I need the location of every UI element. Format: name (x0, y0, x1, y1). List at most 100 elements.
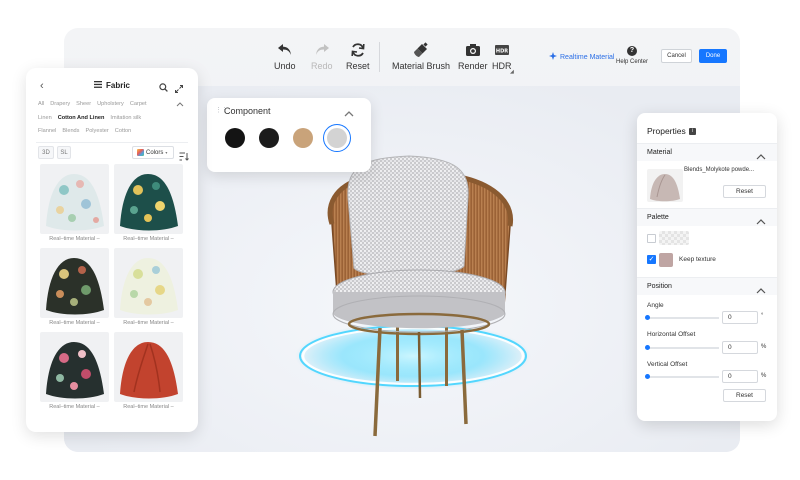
reset-label: Reset (346, 61, 370, 71)
position-section-header[interactable]: Position (637, 277, 777, 295)
categories-collapse-icon[interactable] (176, 101, 184, 109)
component-swatch-2[interactable] (259, 128, 279, 148)
colors-filter-button[interactable]: Colors ▾ (132, 146, 174, 159)
category-row-1: All Drapery Sheer Upholstery Carpet (38, 101, 147, 107)
chevron-up-icon[interactable] (756, 282, 766, 300)
view-sl-toggle[interactable]: SL (57, 146, 71, 159)
list-icon (94, 81, 102, 90)
undo-label: Undo (274, 61, 296, 71)
undo-icon (276, 42, 294, 58)
sparkle-icon (549, 52, 557, 62)
fabric-title: Fabric (106, 81, 131, 90)
help-center-label: Help Center (616, 59, 649, 65)
category-linen[interactable]: Linen (38, 115, 52, 121)
vertical-offset-unit: % (761, 373, 767, 379)
material-thumbnail[interactable] (647, 169, 683, 202)
expand-icon[interactable] (175, 80, 183, 98)
horizontal-offset-slider-handle[interactable] (645, 345, 650, 350)
angle-slider[interactable] (647, 317, 719, 319)
search-icon[interactable] (159, 79, 168, 97)
toolbar-divider (379, 42, 380, 72)
fabric-library-panel: ‹ Fabric All Drapery Sheer Upholstery Ca… (26, 68, 198, 432)
material-swatch-2[interactable] (114, 164, 183, 234)
hdr-dropdown-icon[interactable]: ◢ (510, 69, 514, 75)
done-button[interactable]: Done (699, 49, 727, 63)
horizontal-offset-slider[interactable] (647, 347, 719, 349)
palette-section-label: Palette (647, 214, 669, 221)
info-icon[interactable]: i (688, 127, 696, 135)
angle-slider-handle[interactable] (645, 315, 650, 320)
chevron-up-icon[interactable] (756, 148, 766, 166)
material-swatch-label: Real–time Material – (123, 404, 174, 410)
category-cotton-and-linen[interactable]: Cotton And Linen (58, 115, 105, 121)
category-sheer[interactable]: Sheer (76, 101, 91, 107)
view-3d-toggle[interactable]: 3D (38, 146, 54, 159)
cancel-button[interactable]: Cancel (661, 49, 692, 63)
keep-texture-checkbox[interactable]: ✓ (647, 255, 656, 264)
category-row-3: Flannel Blends Polyester Cotton (38, 128, 131, 134)
horizontal-offset-input[interactable]: 0 (722, 341, 758, 354)
angle-unit: ° (761, 313, 764, 319)
brush-icon (412, 42, 430, 58)
material-swatch-label: Real–time Material – (49, 236, 100, 242)
vertical-offset-slider[interactable] (647, 376, 719, 378)
vertical-offset-input[interactable]: 0 (722, 370, 758, 383)
material-swatch-4[interactable] (114, 248, 183, 318)
horizontal-offset-label: Horizontal Offset (647, 331, 696, 338)
material-swatch-6[interactable] (114, 332, 183, 402)
dropdown-caret-icon: ▾ (165, 150, 168, 155)
angle-label: Angle (647, 302, 664, 309)
back-arrow-icon[interactable]: ‹ (40, 80, 44, 92)
category-flannel[interactable]: Flannel (38, 128, 56, 134)
category-polyester[interactable]: Polyester (85, 128, 108, 134)
properties-header: Properties i (647, 126, 696, 136)
material-name: Blends_Molykote powde... (684, 167, 755, 173)
keep-texture-label: Keep texture (679, 256, 716, 263)
material-swatch-label: Real–time Material – (123, 320, 174, 326)
component-title: Component (224, 106, 271, 116)
category-cotton[interactable]: Cotton (115, 128, 131, 134)
position-reset-button[interactable]: Reset (723, 389, 766, 402)
palette-section-header[interactable]: Palette (637, 208, 777, 226)
hdr-icon: HDR (493, 42, 511, 58)
material-swatch-5[interactable] (40, 332, 109, 402)
material-swatch-1[interactable] (40, 164, 109, 234)
hdr-button[interactable]: HDR HDR (492, 42, 512, 71)
panel-title: Fabric (94, 81, 130, 90)
material-brush-button[interactable]: Material Brush (392, 42, 450, 71)
category-row-2: Linen Cotton And Linen Imitation silk (38, 115, 141, 121)
category-carpet[interactable]: Carpet (130, 101, 147, 107)
component-swatch-3[interactable] (293, 128, 313, 148)
panel-divider (36, 142, 188, 143)
chevron-up-icon[interactable] (344, 105, 354, 123)
colors-label: Colors (146, 149, 164, 156)
vertical-offset-label: Vertical Offset (647, 361, 688, 368)
palette-texture-swatch[interactable] (659, 253, 673, 267)
palette-color-checkbox[interactable] (647, 234, 656, 243)
component-swatch-1[interactable] (225, 128, 245, 148)
material-reset-button[interactable]: Reset (723, 185, 766, 198)
properties-panel: Properties i Material Blends_Molykote po… (637, 113, 777, 421)
material-section-header[interactable]: Material (637, 143, 777, 161)
material-swatch-3[interactable] (40, 248, 109, 318)
angle-input[interactable]: 0 (722, 311, 758, 324)
redo-icon (313, 42, 331, 58)
position-section-label: Position (647, 283, 672, 290)
redo-button[interactable]: Redo (311, 42, 333, 71)
properties-title: Properties (647, 126, 686, 136)
category-all[interactable]: All (38, 101, 44, 107)
category-upholstery[interactable]: Upholstery (97, 101, 124, 107)
palette-transparent-swatch[interactable] (659, 231, 689, 245)
reset-button[interactable]: Reset (346, 42, 370, 71)
realtime-material-toggle[interactable]: Realtime Material (549, 52, 614, 62)
chevron-up-icon[interactable] (756, 213, 766, 231)
component-popover: ⋮⋮ Component (207, 98, 371, 172)
category-drapery[interactable]: Drapery (50, 101, 70, 107)
vertical-offset-slider-handle[interactable] (645, 374, 650, 379)
material-section-label: Material (647, 149, 672, 156)
render-button[interactable]: Render (458, 42, 488, 71)
help-center-button[interactable]: ? Help Center (616, 46, 648, 65)
category-blends[interactable]: Blends (62, 128, 79, 134)
category-imitation-silk[interactable]: Imitation silk (110, 115, 141, 121)
undo-button[interactable]: Undo (274, 42, 296, 71)
